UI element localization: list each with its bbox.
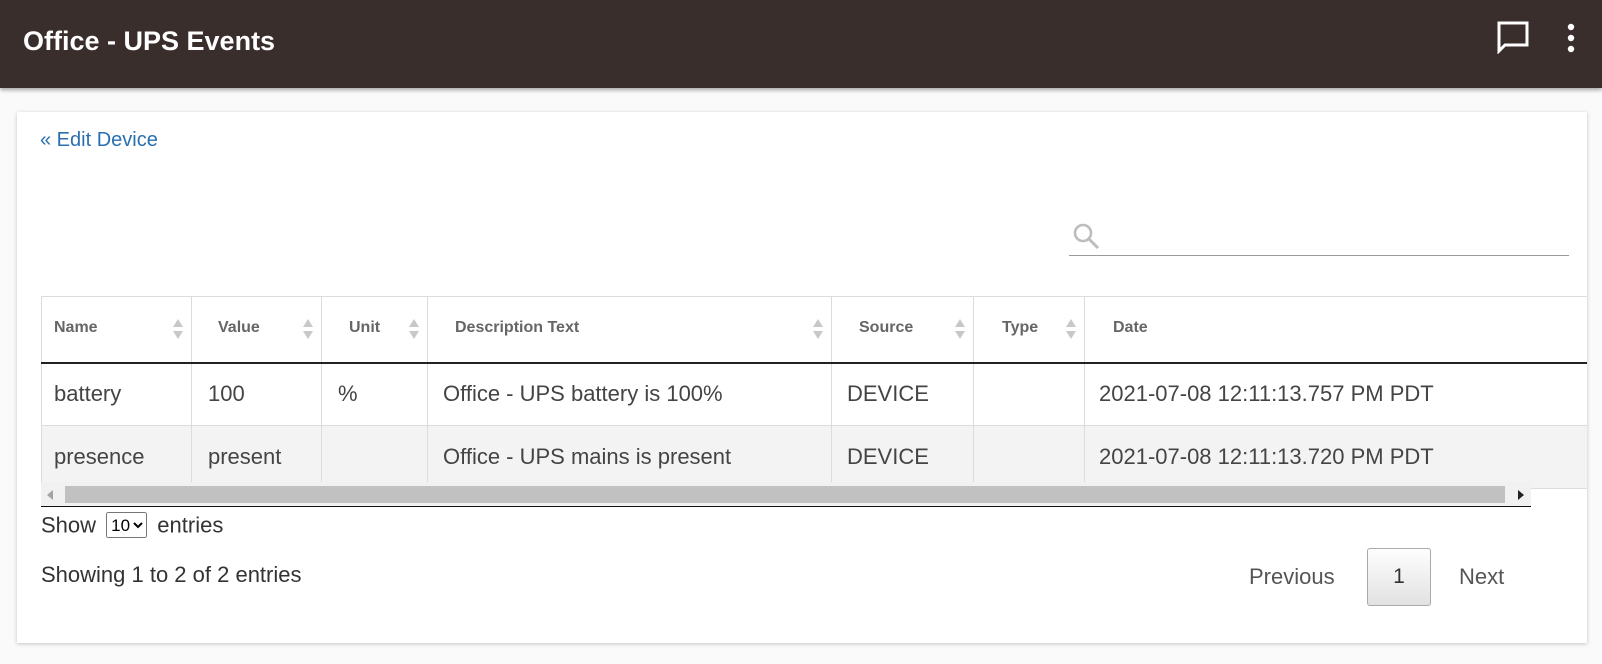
page-button-current[interactable]: 1 [1367,548,1431,606]
column-header-date[interactable]: Date [1084,296,1587,364]
sort-icon [303,319,313,341]
column-label: Type [1002,319,1039,337]
search-input[interactable] [1109,219,1563,251]
entries-select[interactable]: 10 [106,512,148,538]
sort-icon [409,319,419,341]
show-label: Show [41,512,97,538]
cell-value: present [191,425,322,489]
cell-unit: % [321,362,428,426]
sort-icon [1066,319,1076,341]
table-header-row: Name Value Unit Description Text Source … [41,296,1587,364]
cell-name: presence [41,425,192,489]
cell-date: 2021-07-08 12:11:13.720 PM PDT [1084,425,1587,489]
events-card: « Edit Device Name Value Unit Descriptio… [17,112,1587,643]
cell-unit [321,425,428,489]
column-label: Date [1113,319,1148,337]
events-table: Name Value Unit Description Text Source … [41,296,1587,489]
column-label: Description Text [455,319,580,337]
page-title: Office - UPS Events [23,26,276,56]
scroll-right-icon[interactable] [1518,490,1524,500]
cell-name: battery [41,362,192,426]
column-label: Name [54,319,98,337]
entries-length-control: Show 10 entries [41,512,223,539]
more-vertical-icon[interactable] [1563,22,1579,56]
column-header-source[interactable]: Source [831,296,974,364]
cell-value: 100 [191,362,322,426]
cell-type [973,362,1085,426]
table-info: Showing 1 to 2 of 2 entries [41,562,302,587]
edit-device-link[interactable]: « Edit Device [40,129,158,152]
column-header-name[interactable]: Name [41,296,192,364]
horizontal-scrollbar[interactable] [41,482,1531,507]
table-row[interactable]: presence present Office - UPS mains is p… [41,425,1587,489]
sort-icon [173,319,183,341]
entries-label: entries [157,512,224,538]
app-header: Office - UPS Events [0,0,1602,88]
column-header-value[interactable]: Value [191,296,322,364]
cell-type [973,425,1085,489]
sort-icon [955,319,965,341]
cell-date: 2021-07-08 12:11:13.757 PM PDT [1084,362,1587,426]
column-label: Source [859,319,914,337]
scrollbar-thumb[interactable] [65,486,1505,503]
column-header-unit[interactable]: Unit [321,296,428,364]
next-button[interactable]: Next [1459,564,1504,590]
cell-source: DEVICE [831,362,974,426]
previous-button[interactable]: Previous [1249,564,1335,590]
scroll-left-icon[interactable] [47,490,53,500]
cell-description: Office - UPS mains is present [427,425,832,489]
column-label: Value [218,319,260,337]
chat-bubble-icon[interactable] [1496,20,1530,54]
cell-description: Office - UPS battery is 100% [427,362,832,426]
search-icon [1073,223,1100,250]
column-header-type[interactable]: Type [973,296,1085,364]
table-row[interactable]: battery 100 % Office - UPS battery is 10… [41,362,1587,426]
sort-icon [813,319,823,341]
search-box [1069,215,1569,256]
column-label: Unit [349,319,381,337]
cell-source: DEVICE [831,425,974,489]
column-header-description[interactable]: Description Text [427,296,832,364]
